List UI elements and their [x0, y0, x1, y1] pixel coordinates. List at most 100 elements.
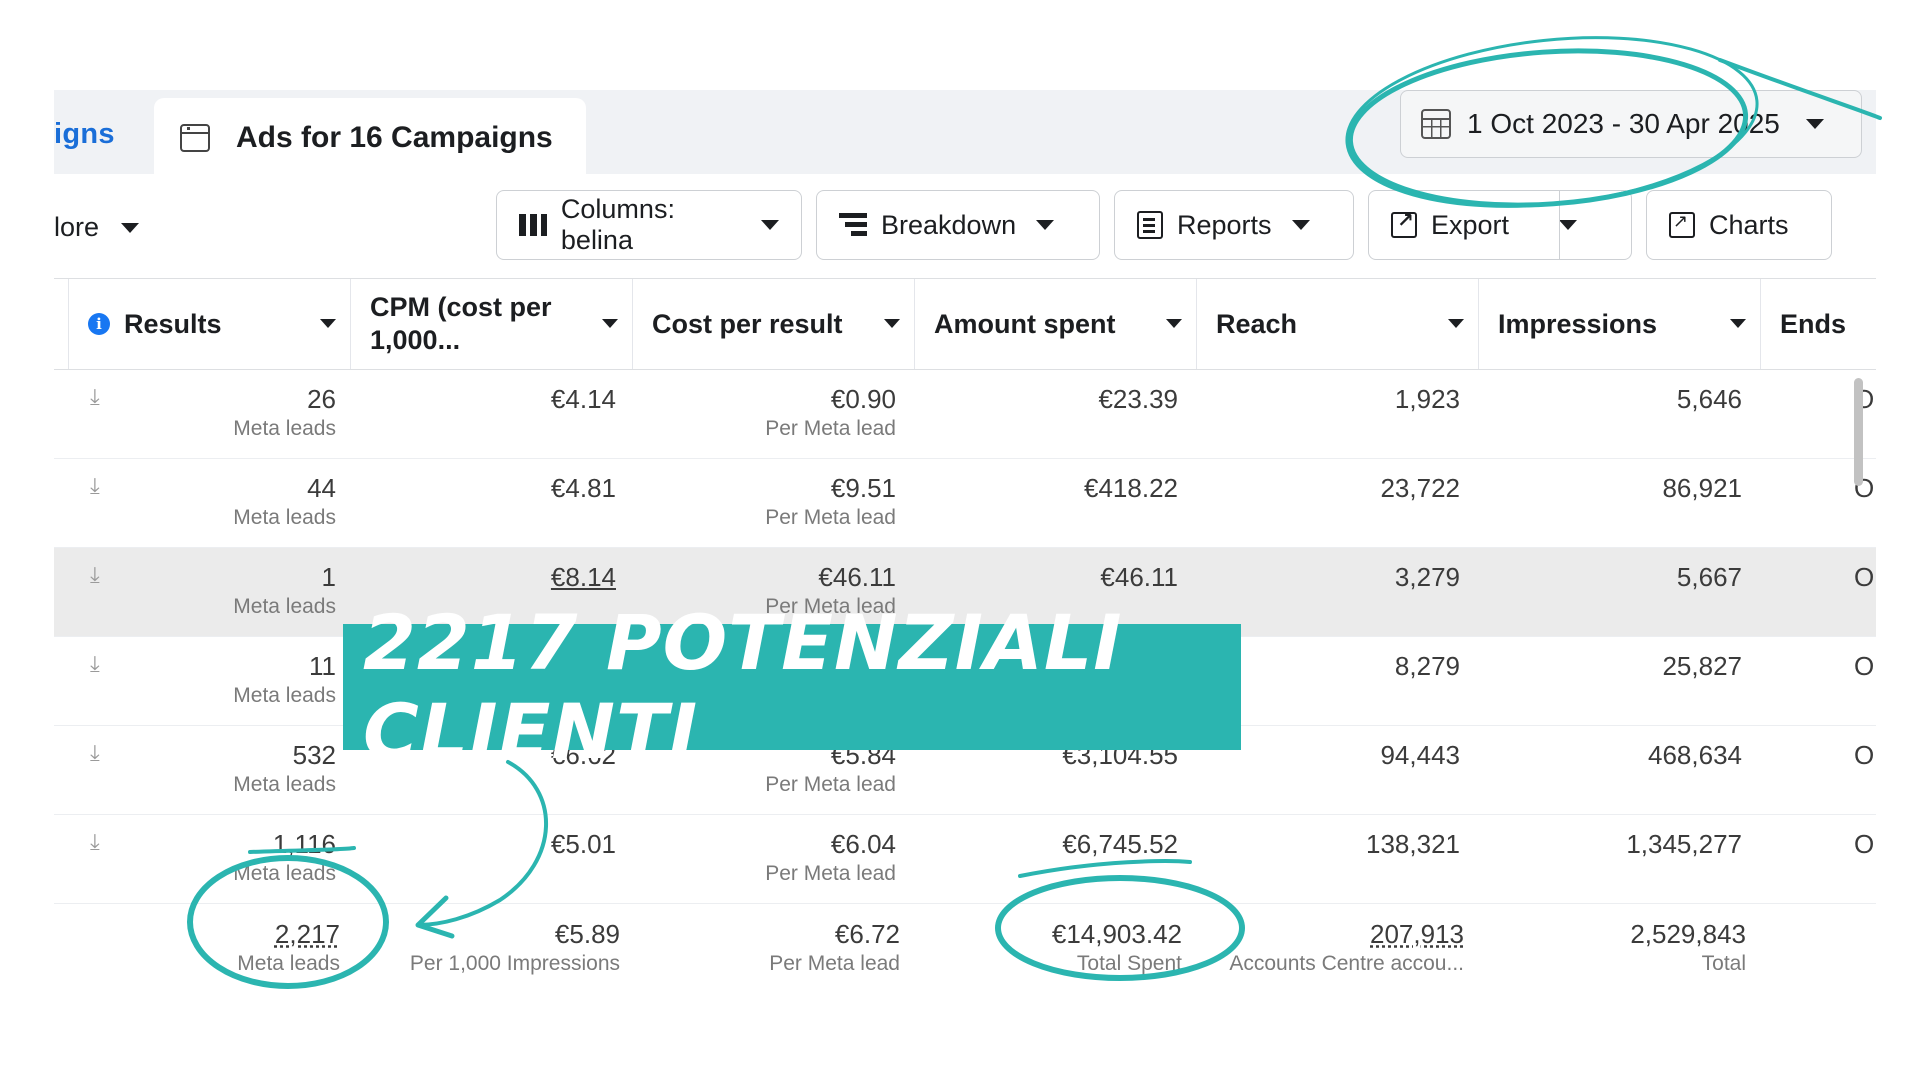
impressions-cell: 5,667 [1480, 548, 1742, 636]
columns-icon [519, 214, 547, 236]
tab-ads[interactable]: Ads for 16 Campaigns [154, 98, 586, 178]
ends-value: O [1854, 562, 1875, 592]
charts-button[interactable]: Charts [1646, 190, 1832, 260]
tab-campaigns[interactable]: igns [54, 118, 115, 151]
download-icon[interactable]: ⤓ [90, 740, 100, 766]
tab-ads-label: Ads for 16 Campaigns [236, 121, 553, 154]
results-unit: Meta leads [233, 595, 336, 618]
export-label: Export [1431, 209, 1510, 240]
results-cell: 26 Meta leads [134, 370, 336, 458]
cpm-value: €5.01 [550, 829, 616, 859]
cpm-cell: €4.14 [354, 370, 616, 458]
reports-button[interactable]: Reports [1114, 190, 1354, 260]
total-impressions-value: 2,529,843 [1630, 919, 1746, 949]
cpm-value[interactable]: €8.14 [354, 562, 616, 592]
table-row[interactable]: ⤓ 44 Meta leads €4.81 €9.51 Per Meta lea… [54, 459, 1876, 548]
cpm-cell: €5.01 [354, 815, 616, 903]
table-row[interactable]: ⤓ 26 Meta leads €4.14 €0.90 Per Meta lea… [54, 370, 1876, 459]
ends-value: O [1854, 740, 1875, 770]
results-cell: 11 Meta leads [134, 637, 336, 725]
total-results-value[interactable]: 2,217 [134, 919, 340, 949]
chevron-down-icon [1291, 220, 1310, 230]
date-range-picker[interactable]: 1 Oct 2023 - 30 Apr 2025 [1400, 90, 1862, 158]
calendar-icon [1421, 109, 1451, 139]
header-ends-label: Ends [1780, 308, 1847, 339]
header-amount-spent[interactable]: Amount spent [934, 279, 1196, 369]
info-icon[interactable]: i [88, 313, 110, 335]
amount-spent-value: €6,745.52 [1062, 829, 1178, 859]
more-button[interactable]: lore [54, 212, 140, 243]
sort-chevron-icon[interactable] [602, 319, 618, 328]
columns-button[interactable]: Columns: belina [496, 190, 802, 260]
chevron-down-icon [121, 222, 140, 233]
charts-label: Charts [1709, 209, 1789, 240]
impressions-value: 1,345,277 [1626, 829, 1742, 859]
total-reach-cell: 207,913 Accounts Centre accou... [1198, 905, 1464, 993]
sort-chevron-icon[interactable] [320, 319, 336, 328]
download-icon[interactable]: ⤓ [90, 562, 100, 588]
export-button[interactable]: Export [1368, 190, 1632, 260]
sort-chevron-icon[interactable] [1448, 319, 1464, 328]
header-cpm[interactable]: CPM (cost per 1,000... [370, 279, 632, 369]
header-results[interactable]: i Results [88, 279, 350, 369]
total-cpm-unit: Per 1,000 Impressions [409, 952, 620, 975]
cost-per-result-value: €9.51 [830, 473, 896, 503]
header-reach[interactable]: Reach [1216, 279, 1478, 369]
header-impressions[interactable]: Impressions [1498, 279, 1760, 369]
sort-chevron-icon[interactable] [884, 319, 900, 328]
impressions-value: 5,667 [1676, 562, 1742, 592]
impressions-cell: 86,921 [1480, 459, 1742, 547]
download-icon[interactable]: ⤓ [90, 829, 100, 855]
results-value: 1,116 [272, 829, 336, 859]
ads-manager-panel: igns Ads for 16 Campaigns 1 Oct 2023 - 3… [54, 90, 1876, 995]
date-range-label: 1 Oct 2023 - 30 Apr 2025 [1467, 108, 1780, 139]
column-divider [350, 279, 351, 369]
reach-cell: 138,321 [1198, 815, 1460, 903]
total-cost-per-result-value: €6.72 [834, 919, 900, 949]
chevron-down-icon [1036, 220, 1055, 230]
cpm-cell: €4.81 [354, 459, 616, 547]
columns-label: Columns: belina [560, 194, 675, 255]
total-cost-per-result-cell: €6.72 Per Meta lead [634, 905, 900, 993]
toolbar: lore Columns: belina Breakdown Reports E… [54, 190, 1876, 266]
total-reach-unit: Accounts Centre accou... [1229, 952, 1464, 975]
total-cpm-value: €5.89 [554, 919, 620, 949]
total-impressions-cell: 2,529,843 Total [1480, 905, 1746, 993]
reach-cell: 23,722 [1198, 459, 1460, 547]
table-row[interactable]: ⤓ 1,116 Meta leads €5.01 €6.04 Per Meta … [54, 815, 1876, 904]
export-split-divider [1559, 191, 1560, 259]
header-cost-per-result[interactable]: Cost per result [652, 279, 914, 369]
download-icon[interactable]: ⤓ [90, 651, 100, 677]
results-value: 532 [292, 740, 336, 770]
column-divider [1478, 279, 1479, 369]
total-amount-spent-unit: Total Spent [1076, 952, 1182, 975]
sort-chevron-icon[interactable] [1730, 319, 1746, 328]
ends-value: O [1854, 829, 1875, 859]
reports-icon [1137, 211, 1163, 239]
reach-value: 23,722 [1380, 473, 1460, 503]
export-menu-chevron-icon[interactable] [1559, 220, 1578, 230]
reach-value: 1,923 [1394, 384, 1460, 414]
reach-cell: 1,923 [1198, 370, 1460, 458]
total-reach-value[interactable]: 207,913 [1198, 919, 1464, 949]
impressions-cell: 468,634 [1480, 726, 1742, 814]
total-results-unit: Meta leads [237, 952, 340, 975]
column-divider [1760, 279, 1761, 369]
column-divider [1196, 279, 1197, 369]
header-impressions-label: Impressions [1498, 308, 1658, 339]
vertical-scrollbar[interactable] [1854, 378, 1863, 486]
amount-spent-value: €418.22 [1084, 473, 1178, 503]
download-icon[interactable]: ⤓ [90, 384, 100, 410]
impressions-value: 468,634 [1648, 740, 1742, 770]
sort-chevron-icon[interactable] [1166, 319, 1182, 328]
cpm-value: €4.81 [550, 473, 616, 503]
download-icon[interactable]: ⤓ [90, 473, 100, 499]
header-ends[interactable]: Ends [1780, 279, 1876, 369]
cpm-value: €4.14 [550, 384, 616, 414]
results-unit: Meta leads [233, 684, 336, 707]
impressions-cell: 5,646 [1480, 370, 1742, 458]
ends-value: O [1854, 651, 1875, 681]
results-value: 26 [307, 384, 336, 414]
amount-spent-cell: €6,745.52 [916, 815, 1178, 903]
breakdown-button[interactable]: Breakdown [816, 190, 1100, 260]
